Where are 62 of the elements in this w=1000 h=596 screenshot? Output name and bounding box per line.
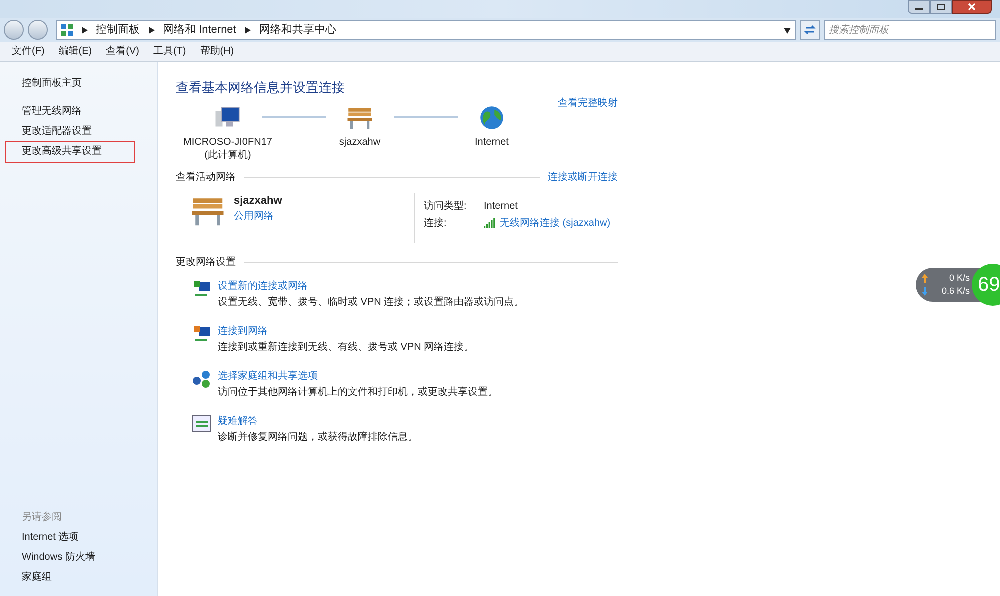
close-button[interactable]	[952, 0, 992, 14]
see-also-heading: 另请参阅	[22, 510, 63, 525]
page-title: 查看基本网络信息并设置连接	[176, 79, 345, 97]
menu-item[interactable]: 编辑(E)	[58, 44, 92, 59]
download-speed: 0.6 K/s	[942, 285, 970, 298]
map-node-label: sjazxahw	[339, 136, 381, 148]
menu-item[interactable]: 文件(F)	[12, 44, 45, 59]
breadcrumb[interactable]: 网络和 Internet	[163, 22, 236, 38]
network-computer-icon	[192, 324, 212, 344]
connect-disconnect-link[interactable]: 连接或断开连接	[548, 170, 618, 184]
menu-item[interactable]: 工具(T)	[153, 44, 186, 59]
view-full-map-link[interactable]: 查看完整映射	[558, 96, 618, 110]
sidebar-link[interactable]: 管理无线网络	[22, 102, 157, 122]
network-nodes-icon	[192, 368, 212, 388]
task-link[interactable]: 选择家庭组和共享选项	[218, 368, 498, 384]
section-heading: 更改网络设置	[176, 256, 236, 270]
menu-item[interactable]: 帮助(H)	[200, 44, 234, 59]
address-field[interactable]: 控制面板 网络和 Internet 网络和共享中心	[56, 20, 796, 40]
map-node-label: Internet	[475, 136, 509, 148]
menu-item[interactable]: 查看(V)	[106, 44, 140, 59]
close-icon	[968, 3, 976, 11]
task-description: 设置无线、宽带、拨号、临时或 VPN 连接；或设置路由器或访问点。	[218, 296, 524, 310]
sidebar-link[interactable]: 控制面板主页	[22, 74, 157, 94]
minimize-button[interactable]	[908, 0, 930, 14]
refresh-icon	[804, 24, 816, 36]
breadcrumb[interactable]: 控制面板	[96, 22, 140, 38]
access-type-label: 访问类型:	[424, 200, 468, 214]
task-link[interactable]: 连接到网络	[218, 324, 474, 340]
download-arrow-icon	[922, 287, 928, 296]
sidebar-link[interactable]: 更改高级共享设置	[6, 142, 134, 162]
access-type-value: Internet	[484, 200, 519, 214]
section-heading: 查看活动网络	[176, 170, 236, 184]
network-computer-icon	[192, 278, 212, 298]
network-type-link[interactable]: 公用网络	[234, 209, 282, 224]
dropdown-icon	[784, 26, 791, 34]
map-node-label: MICROSO-JI0FN17 (此计算机)	[184, 136, 272, 162]
sidebar-link[interactable]: Internet 选项	[22, 528, 157, 548]
control-panel-icon	[61, 24, 73, 36]
sidebar-link[interactable]: Windows 防火墙	[22, 548, 157, 568]
sidebar-link[interactable]: 家庭组	[22, 568, 157, 588]
task-description: 访问位于其他网络计算机上的文件和打印机，或更改共享设置。	[218, 386, 498, 400]
breadcrumb-arrow-icon	[81, 26, 88, 34]
breadcrumb-arrow-icon	[148, 26, 155, 34]
upload-arrow-icon	[922, 274, 928, 283]
globe-icon	[478, 104, 506, 132]
refresh-button[interactable]	[800, 20, 820, 40]
maximize-button[interactable]	[930, 0, 952, 14]
upload-speed: 0 K/s	[949, 272, 970, 285]
breadcrumb[interactable]: 网络和共享中心	[259, 22, 336, 38]
task-description: 连接到或重新连接到无线、有线、拨号或 VPN 网络连接。	[218, 340, 474, 354]
signal-icon	[484, 218, 496, 228]
breadcrumb-arrow-icon	[244, 26, 252, 34]
connection-label: 连接:	[424, 216, 448, 230]
search-field[interactable]: 搜索控制面板	[824, 20, 996, 40]
task-link[interactable]: 设置新的连接或网络	[218, 278, 524, 294]
percent-badge: 69	[972, 264, 1000, 306]
sidebar-link[interactable]: 更改适配器设置	[22, 122, 157, 142]
wireless-connection-link[interactable]: 无线网络连接 (sjazxahw)	[500, 216, 611, 230]
task-description: 诊断并修复网络问题，或获得故障排除信息。	[218, 430, 418, 444]
window-icon	[192, 414, 212, 434]
task-link[interactable]: 疑难解答	[218, 414, 418, 430]
network-name: sjazxahw	[234, 194, 282, 208]
